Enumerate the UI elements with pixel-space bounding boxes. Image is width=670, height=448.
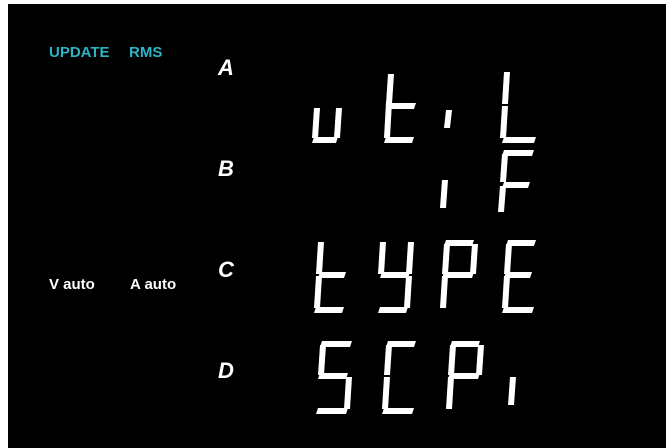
rms-indicator: RMS — [129, 44, 163, 61]
row-label-b: B — [218, 156, 234, 181]
row-label-d: D — [218, 358, 234, 383]
row-label-c: C — [218, 257, 234, 282]
update-indicator: UPDATE — [49, 44, 110, 61]
seven-segment-display-a — [312, 72, 536, 143]
row-display-d — [298, 337, 568, 417]
seven-segment-display-c — [314, 240, 536, 313]
seven-segment-display-b — [440, 150, 534, 212]
row-display-b — [298, 146, 568, 226]
row-display-a — [298, 66, 568, 146]
seven-segment-display-d — [316, 341, 516, 414]
row-display-c — [298, 236, 568, 316]
voltage-range-indicator: V auto — [49, 276, 95, 293]
row-label-a: A — [218, 55, 234, 80]
meter-display-panel: UPDATE RMS V auto A auto A B C D — [8, 4, 666, 448]
current-range-indicator: A auto — [130, 276, 177, 293]
